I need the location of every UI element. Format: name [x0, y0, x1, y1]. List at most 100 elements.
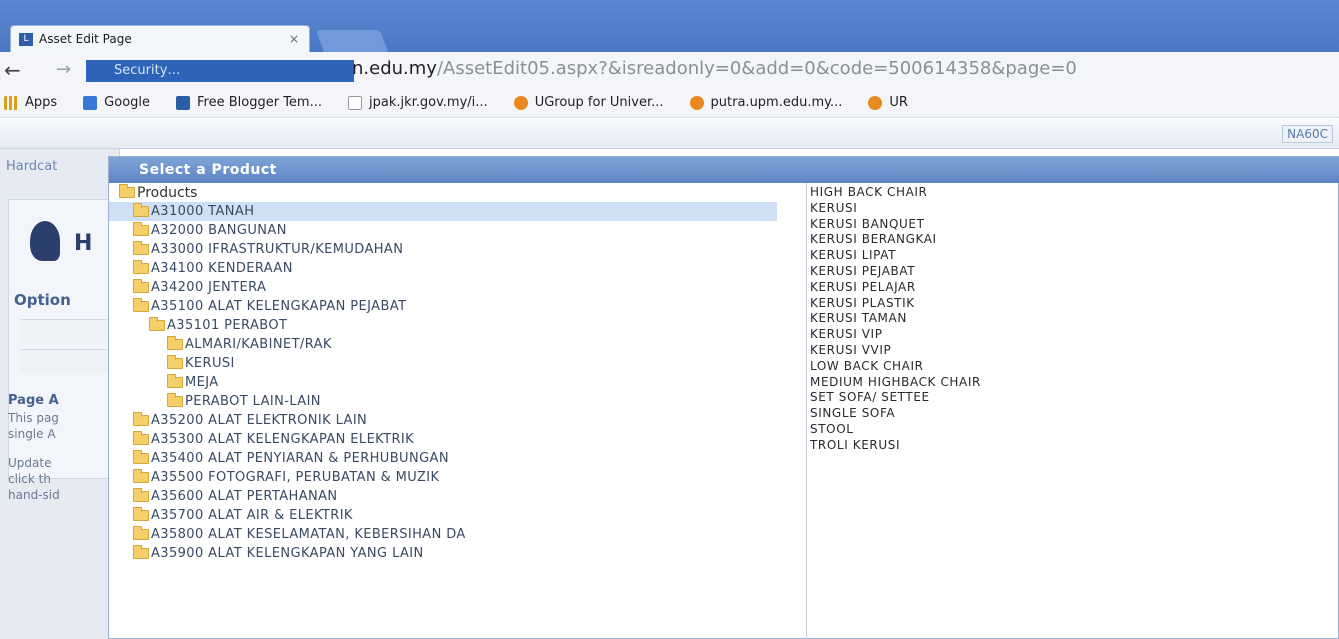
tree-node-label: A35800 ALAT KESELAMATAN, KEBERSIHAN DA: [151, 527, 466, 542]
product-list-item[interactable]: KERUSI PELAJAR: [808, 280, 1339, 296]
ugroup-icon: [689, 95, 704, 110]
bookmark-label: putra.upm.edu.my...: [710, 95, 843, 110]
forward-arrow-icon[interactable]: →: [56, 59, 71, 80]
folder-icon: [133, 545, 149, 559]
product-list-item[interactable]: KERUSI: [808, 201, 1339, 217]
tree-node[interactable]: A35300 ALAT KELENGKAPAN ELEKTRIK: [109, 430, 806, 449]
tree-node[interactable]: A32000 BANGUNAN: [109, 221, 806, 240]
product-list-item[interactable]: KERUSI TAMAN: [808, 311, 1339, 327]
folder-icon: [167, 374, 183, 388]
tree-node[interactable]: A34200 JENTERA: [109, 278, 806, 297]
product-list-item[interactable]: LOW BACK CHAIR: [808, 359, 1339, 375]
tree-node[interactable]: A35200 ALAT ELEKTRONIK LAIN: [109, 411, 806, 430]
product-list-item[interactable]: SET SOFA/ SETTEE: [808, 390, 1339, 406]
tree-node-label: A35100 ALAT KELENGKAPAN PEJABAT: [151, 299, 407, 314]
folder-icon: [167, 393, 183, 407]
product-list-item[interactable]: KERUSI BANQUET: [808, 217, 1339, 233]
tree-node[interactable]: A35800 ALAT KESELAMATAN, KEBERSIHAN DA: [109, 525, 806, 544]
folder-icon: [133, 241, 149, 255]
product-list-item[interactable]: KERUSI BERANGKAI: [808, 232, 1339, 248]
product-list-item[interactable]: SINGLE SOFA: [808, 406, 1339, 422]
info-text-line: single A: [8, 427, 56, 441]
product-list-item[interactable]: KERUSI PLASTIK: [808, 296, 1339, 312]
tree-node-label: A35101 PERABOT: [167, 318, 288, 333]
tree-node-label: A34200 JENTERA: [151, 280, 267, 295]
tree-node-label: Products: [137, 184, 198, 201]
folder-icon: [149, 317, 165, 331]
product-list-item[interactable]: STOOL: [808, 422, 1339, 438]
select-product-dialog: Select a Product Products A31000 TANAH A32…: [108, 156, 1339, 639]
folder-icon: [133, 488, 149, 502]
tree-node[interactable]: ALMARI/KABINET/RAK: [109, 335, 806, 354]
tree-node[interactable]: A34100 KENDERAAN: [109, 259, 806, 278]
folder-icon: [133, 469, 149, 483]
tree-node[interactable]: A35500 FOTOGRAFI, PERUBATAN & MUZIK: [109, 468, 806, 487]
tab-hardcat[interactable]: Hardcat: [6, 159, 57, 174]
product-list-item[interactable]: MEDIUM HIGHBACK CHAIR: [808, 375, 1339, 391]
bookmark-item[interactable]: UGroup for Univer...: [513, 95, 664, 110]
security-chip[interactable]: Security…: [86, 60, 354, 82]
address-bar-url[interactable]: n.edu.my/AssetEdit05.aspx?&isreadonly=0&…: [352, 58, 1077, 79]
back-arrow-icon[interactable]: ←: [4, 58, 21, 82]
bookmark-item[interactable]: Free Blogger Tem...: [176, 95, 322, 110]
options-heading: Option: [14, 291, 71, 309]
product-list-item[interactable]: KERUSI LIPAT: [808, 248, 1339, 264]
bookmark-label: UR: [889, 95, 908, 110]
bookmark-item[interactable]: Google: [83, 95, 150, 110]
product-list-item[interactable]: KERUSI VIP: [808, 327, 1339, 343]
tree-node[interactable]: A35700 ALAT AIR & ELEKTRIK: [109, 506, 806, 525]
tree-node-label: A34100 KENDERAAN: [151, 261, 293, 276]
folder-icon: [133, 298, 149, 312]
product-list-item[interactable]: TROLI KERUSI: [808, 438, 1339, 454]
dialog-title: Select a Product: [109, 157, 1339, 183]
browser-titlebar: L Asset Edit Page ×: [0, 0, 1339, 52]
tree-node[interactable]: A35101 PERABOT: [109, 316, 806, 335]
tree-node[interactable]: MEJA: [109, 373, 806, 392]
address-bar-row: ← → Security… n.edu.my/AssetEdit05.aspx?…: [0, 52, 1339, 88]
tree-node[interactable]: PERABOT LAIN-LAIN: [109, 392, 806, 411]
tree-node[interactable]: A33000 IFRASTRUKTUR/KEMUDAHAN: [109, 240, 806, 259]
hardcat-logo-icon: [30, 221, 60, 261]
info-text-line: This pag: [8, 411, 59, 425]
product-list: HIGH BACK CHAIR KERUSI KERUSI BANQUET KERUS…: [808, 183, 1339, 639]
new-tab-button[interactable]: [315, 30, 389, 52]
bookmark-item[interactable]: Apps: [0, 95, 57, 110]
tree-node[interactable]: A35900 ALAT KELENGKAPAN YANG LAIN: [109, 544, 806, 563]
folder-icon: [119, 184, 135, 198]
tree-node-label: A33000 IFRASTRUKTUR/KEMUDAHAN: [151, 242, 404, 257]
browser-tab[interactable]: L Asset Edit Page ×: [10, 25, 310, 52]
hardcat-logo-letter: H: [74, 231, 93, 256]
page-icon: [348, 95, 362, 110]
page-top-bar: NA60C: [0, 119, 1339, 149]
bookmarks-bar: Apps Google Free Blogger Tem... jpak.jkr.go…: [0, 88, 1339, 118]
page-favicon-icon: L: [19, 32, 33, 46]
tree-node-label: A35900 ALAT KELENGKAPAN YANG LAIN: [151, 546, 424, 561]
tree-node[interactable]: A31000 TANAH: [109, 202, 777, 221]
product-list-item[interactable]: KERUSI PEJABAT: [808, 264, 1339, 280]
product-list-item[interactable]: HIGH BACK CHAIR: [808, 185, 1339, 201]
option-row[interactable]: [20, 349, 120, 373]
close-tab-icon[interactable]: ×: [289, 32, 299, 46]
tree-node[interactable]: KERUSI: [109, 354, 806, 373]
tree-node-label: A32000 BANGUNAN: [151, 223, 287, 238]
folder-icon: [133, 526, 149, 540]
tree-node[interactable]: A35100 ALAT KELENGKAPAN PEJABAT: [109, 297, 806, 316]
product-list-item[interactable]: KERUSI VVIP: [808, 343, 1339, 359]
product-category-tree: Products A31000 TANAH A32000 BANGUNAN A3300…: [109, 183, 807, 639]
folder-icon: [133, 279, 149, 293]
folder-icon: [133, 222, 149, 236]
folder-icon: [167, 336, 183, 350]
tree-node-label: KERUSI: [185, 356, 235, 371]
bookmark-item[interactable]: UR: [868, 95, 908, 110]
tree-node-label: A31000 TANAH: [151, 204, 255, 219]
tree-node[interactable]: A35600 ALAT PERTAHANAN: [109, 487, 806, 506]
bookmark-item[interactable]: jpak.jkr.gov.my/i...: [348, 95, 488, 110]
folder-icon: [133, 431, 149, 445]
tree-node[interactable]: A35400 ALAT PENYIARAN & PERHUBUNGAN: [109, 449, 806, 468]
tree-root-node[interactable]: Products: [109, 183, 806, 202]
option-row[interactable]: [20, 319, 120, 343]
bookmark-label: UGroup for Univer...: [534, 95, 664, 110]
bookmark-item[interactable]: putra.upm.edu.my...: [689, 95, 843, 110]
user-badge[interactable]: NA60C: [1282, 125, 1333, 143]
info-text-line: hand-sid: [8, 488, 60, 502]
